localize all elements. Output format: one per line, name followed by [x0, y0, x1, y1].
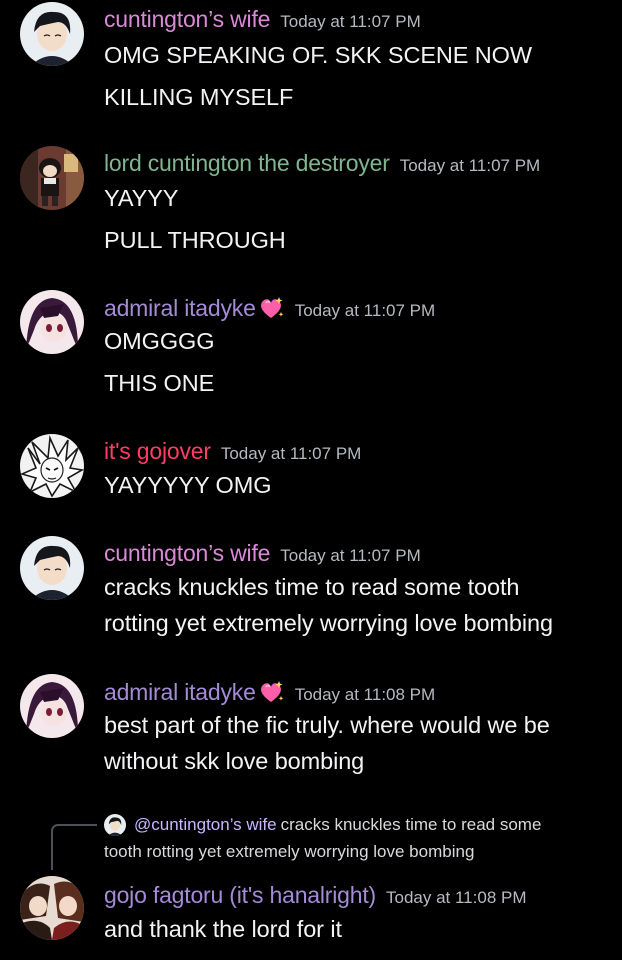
avatar-purple-girl-icon [20, 674, 84, 738]
message-text: OMGGGG [104, 328, 215, 354]
reply-text: cracks knuckles time to read some [280, 815, 542, 834]
message-text: rotting yet extremely worrying love bomb… [104, 610, 553, 636]
message-text: OMG SPEAKING OF. SKK SCENE NOW [104, 42, 532, 68]
timestamp: Today at 11:07 PM [399, 156, 541, 175]
message-text: without skk love bombing [104, 748, 365, 774]
message-header: admiral itadyke Today at 11:07 PM [104, 294, 435, 322]
message-text: cracks knuckles time to read some tooth [104, 574, 520, 600]
message-text: and thank the lord for it [104, 916, 342, 942]
user-avatar[interactable] [20, 536, 84, 600]
reply-text-continued: tooth rotting yet extremely worrying lov… [104, 842, 475, 861]
avatar-manga-sketch-icon [20, 434, 84, 498]
user-avatar[interactable] [20, 2, 84, 66]
user-avatar[interactable] [20, 434, 84, 498]
username[interactable]: gojo fagtoru (it's hanalright) [104, 882, 376, 908]
message-header: cuntington’s wife Today at 11:07 PM [104, 540, 421, 567]
message-text: YAYYYYY OMG [104, 472, 272, 498]
sparkling-heart-icon [260, 297, 283, 318]
message-text: KILLING MYSELF [104, 84, 294, 110]
message-text: PULL THROUGH [104, 227, 286, 253]
username[interactable]: admiral itadyke [104, 679, 256, 705]
timestamp: Today at 11:07 PM [294, 301, 436, 320]
message-header: admiral itadyke Today at 11:08 PM [104, 678, 435, 706]
message-header: cuntington’s wife Today at 11:07 PM [104, 6, 421, 33]
timestamp: Today at 11:08 PM [386, 888, 527, 907]
username[interactable]: admiral itadyke [104, 295, 256, 321]
message-header: it's gojover Today at 11:07 PM [104, 438, 361, 465]
timestamp: Today at 11:07 PM [220, 444, 362, 463]
avatar-dark-hair-boy-icon [20, 536, 84, 600]
username[interactable]: it's gojover [104, 438, 211, 464]
reply-connector [51, 824, 97, 870]
username[interactable]: lord cuntington the destroyer [104, 150, 390, 176]
message-text: best part of the fic truly. where would … [104, 712, 550, 738]
avatar-dark-hair-boy-icon [104, 814, 126, 836]
avatar-brown-hair-pair-icon [20, 876, 84, 940]
user-avatar[interactable] [20, 146, 84, 210]
user-avatar[interactable] [20, 674, 84, 738]
timestamp: Today at 11:08 PM [294, 685, 436, 704]
user-avatar[interactable] [20, 290, 84, 354]
user-avatar[interactable] [20, 876, 84, 940]
message-header: gojo fagtoru (it's hanalright) Today at 1… [104, 882, 527, 909]
reply-mention[interactable]: @cuntington’s wife [134, 815, 277, 834]
message-header: lord cuntington the destroyer Today at 11… [104, 150, 540, 177]
message-text: YAYYY [104, 185, 179, 211]
avatar-chibi-room-icon [20, 146, 84, 210]
username[interactable]: cuntington’s wife [104, 6, 270, 32]
message-text: THIS ONE [104, 370, 215, 396]
username[interactable]: cuntington’s wife [104, 540, 270, 566]
reply-preview[interactable]: @cuntington’s wife cracks knuckles time t… [134, 815, 541, 835]
reply-avatar[interactable] [104, 814, 126, 836]
timestamp: Today at 11:07 PM [280, 546, 421, 565]
timestamp: Today at 11:07 PM [280, 12, 421, 31]
avatar-dark-hair-boy-icon [20, 2, 84, 66]
sparkling-heart-icon [260, 681, 283, 702]
avatar-purple-girl-icon [20, 290, 84, 354]
